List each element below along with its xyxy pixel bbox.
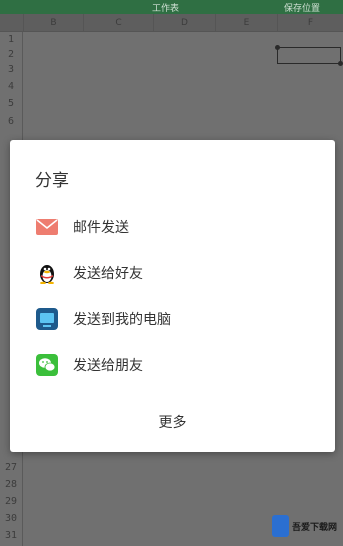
row-number[interactable]: 6 xyxy=(0,116,22,127)
sheet-tab-label[interactable]: 工作表 xyxy=(152,1,179,14)
save-location-label[interactable]: 保存位置 xyxy=(284,1,320,14)
row-number[interactable]: 31 xyxy=(0,530,22,541)
more-button[interactable]: 更多 xyxy=(10,405,335,441)
cell-selection[interactable] xyxy=(275,45,343,66)
share-item-label: 发送给好友 xyxy=(73,266,143,282)
site-watermark: 吾爱下载网 xyxy=(272,512,343,542)
share-item-email[interactable]: 邮件发送 xyxy=(10,205,335,249)
row-number[interactable]: 3 xyxy=(0,64,22,75)
my-computer-icon xyxy=(36,308,58,330)
row-number[interactable]: 1 xyxy=(0,34,22,45)
qq-penguin-icon xyxy=(36,262,58,285)
row-number[interactable]: 27 xyxy=(0,462,22,473)
share-item-label: 发送到我的电脑 xyxy=(73,312,171,328)
share-item-friend[interactable]: 发送给好友 xyxy=(10,251,335,295)
selection-handle[interactable] xyxy=(275,45,280,50)
column-header-f[interactable]: F xyxy=(277,14,343,32)
selection-handle[interactable] xyxy=(338,61,343,66)
row-number[interactable]: 5 xyxy=(0,98,22,109)
column-header-e[interactable]: E xyxy=(215,14,277,32)
column-header-row: B C D E F xyxy=(0,14,343,32)
watermark-logo-icon xyxy=(272,515,289,537)
row-number[interactable]: 2 xyxy=(0,49,22,60)
row-number[interactable]: 29 xyxy=(0,496,22,507)
app-top-bar: 工作表 保存位置 xyxy=(0,0,343,14)
wechat-icon xyxy=(36,354,58,376)
row-number[interactable]: 28 xyxy=(0,479,22,490)
share-item-wechat[interactable]: 发送给朋友 xyxy=(10,343,335,387)
share-item-label: 发送给朋友 xyxy=(73,358,143,374)
share-dialog: 分享 邮件发送 发送给好友 发送到我的电脑 发送给朋友 更多 xyxy=(10,140,335,452)
mail-icon xyxy=(36,216,58,238)
column-header-b[interactable]: B xyxy=(23,14,83,32)
row-number[interactable]: 4 xyxy=(0,81,22,92)
column-header-d[interactable]: D xyxy=(153,14,215,32)
watermark-text: 吾爱下载网 xyxy=(292,523,338,533)
dialog-title: 分享 xyxy=(35,171,69,191)
column-header-c[interactable]: C xyxy=(83,14,153,32)
row-number[interactable]: 30 xyxy=(0,513,22,524)
share-item-label: 邮件发送 xyxy=(73,220,129,236)
share-item-my-computer[interactable]: 发送到我的电脑 xyxy=(10,297,335,341)
